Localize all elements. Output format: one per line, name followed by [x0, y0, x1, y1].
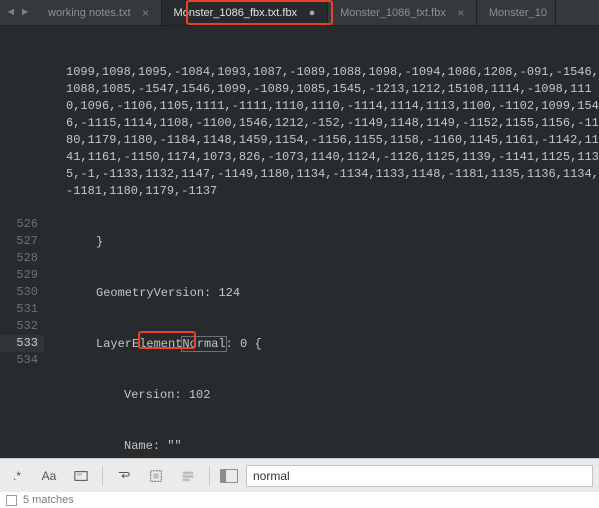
highlight-icon [181, 469, 195, 483]
close-icon[interactable]: × [139, 6, 153, 20]
editor: 526 527 528 529 530 531 532 533 534 1099… [0, 26, 599, 458]
line-number: 527 [0, 233, 38, 250]
whole-word-icon: “” [74, 469, 88, 483]
line-number: 534 [0, 352, 38, 369]
nav-arrows: ◄ ► [0, 6, 36, 20]
forward-icon[interactable]: ► [18, 6, 32, 20]
line-number: 532 [0, 318, 38, 335]
tab-monster-10[interactable]: Monster_10 [477, 0, 556, 25]
search-bar: .* Aa “” [0, 458, 599, 492]
back-icon[interactable]: ◄ [4, 6, 18, 20]
tab-label: Monster_1086_txt.fbx [340, 7, 446, 19]
vertex-numbers: 1099,1098,1095,-1084,1093,1087,-1089,108… [66, 64, 599, 200]
whole-word-toggle[interactable]: “” [70, 465, 92, 487]
tab-monster-fbx-txt-fbx[interactable]: Monster_1086_fbx.txt.fbx ● [162, 0, 329, 25]
gutter: 526 527 528 529 530 531 532 533 534 [0, 26, 44, 458]
code-line-530: Name: "" [52, 438, 599, 455]
case-toggle[interactable]: Aa [38, 465, 60, 487]
search-input[interactable] [246, 465, 593, 487]
svg-text:“”: “” [77, 473, 82, 480]
tab-label: working notes.txt [48, 7, 131, 19]
in-selection-icon [149, 469, 163, 483]
status-checkbox[interactable] [6, 495, 17, 506]
in-selection-toggle[interactable] [145, 465, 167, 487]
line-number: 529 [0, 267, 38, 284]
code-line-529: Version: 102 [52, 387, 599, 404]
code-area[interactable]: 1099,1098,1095,-1084,1093,1087,-1089,108… [44, 26, 599, 458]
close-icon[interactable]: × [454, 6, 468, 20]
tab-bar: ◄ ► working notes.txt × Monster_1086_fbx… [0, 0, 599, 26]
code-line-527: GeometryVersion: 124 [52, 285, 599, 302]
status-bar: 5 matches [0, 492, 599, 508]
tabs: working notes.txt × Monster_1086_fbx.txt… [36, 0, 599, 25]
line-number: 526 [0, 216, 38, 233]
divider [102, 466, 103, 486]
code-line-528: LayerElementNormal: 0 { [52, 336, 599, 353]
code-line-526: } [52, 234, 599, 251]
search-match: Normal [181, 336, 226, 352]
line-number: 530 [0, 284, 38, 301]
line-number: 531 [0, 301, 38, 318]
tab-monster-txt-fbx[interactable]: Monster_1086_txt.fbx × [328, 0, 477, 25]
divider [209, 466, 210, 486]
tab-label: Monster_1086_fbx.txt.fbx [174, 7, 298, 19]
tab-label: Monster_10 [489, 7, 547, 19]
dirty-indicator-icon: ● [305, 7, 319, 19]
panel-toggle-icon[interactable] [220, 469, 238, 483]
wrap-toggle[interactable] [113, 465, 135, 487]
tab-working-notes[interactable]: working notes.txt × [36, 0, 162, 25]
line-number: 528 [0, 250, 38, 267]
wrap-icon [117, 469, 131, 483]
match-count: 5 matches [23, 494, 74, 506]
highlight-toggle[interactable] [177, 465, 199, 487]
line-number-current: 533 [0, 335, 44, 352]
regex-toggle[interactable]: .* [6, 465, 28, 487]
search-input-wrap [220, 465, 593, 487]
